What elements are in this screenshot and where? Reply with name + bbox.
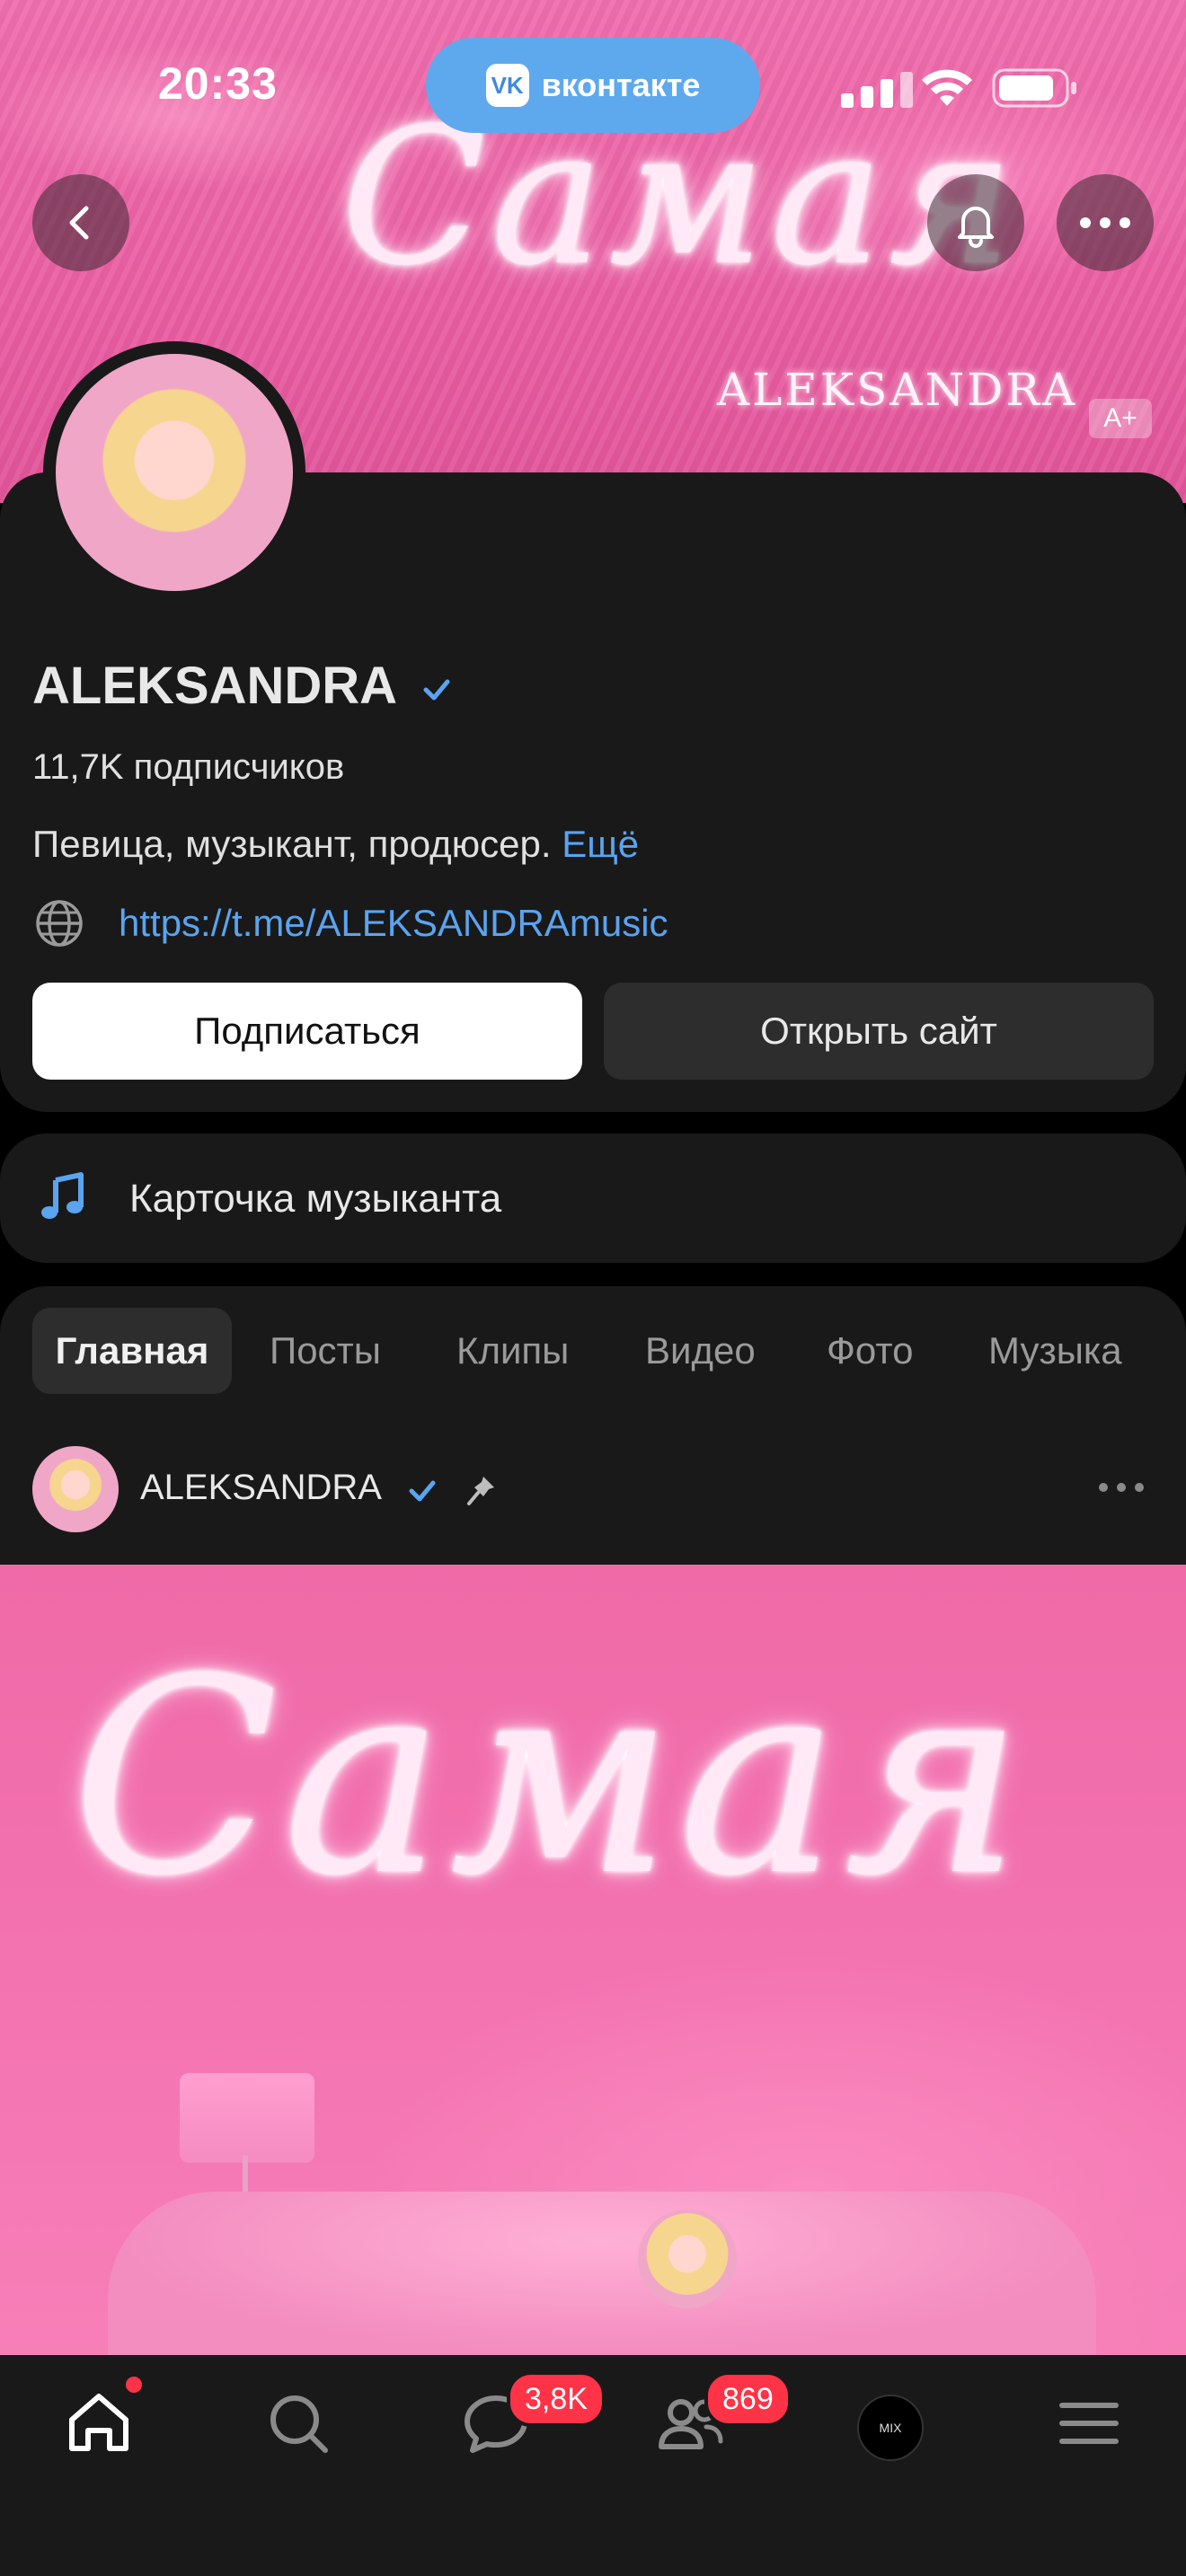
- profile-link[interactable]: https://t.me/ALEKSANDRAmusic: [119, 902, 668, 945]
- pin-icon: [467, 1477, 494, 1505]
- tab-photo[interactable]: Фото: [827, 1308, 914, 1394]
- notifications-button[interactable]: [927, 174, 1024, 271]
- verified-icon: [409, 1480, 436, 1502]
- post-image-title: Самая: [72, 1621, 1029, 1935]
- avatar[interactable]: [56, 354, 293, 591]
- cellular-signal-icon: [841, 72, 913, 108]
- profile-name: ALEKSANDRA: [32, 656, 455, 716]
- menu-icon[interactable]: [1053, 2387, 1125, 2459]
- tab-posts[interactable]: Посты: [270, 1308, 381, 1394]
- profile-bio: Певица, музыкант, продюсер. Ещё: [32, 823, 639, 866]
- vk-mix-button[interactable]: MIX: [857, 2395, 924, 2461]
- wifi-icon: [922, 69, 972, 106]
- lamp-shade: [180, 2073, 314, 2163]
- open-site-button[interactable]: Открыть сайт: [604, 983, 1154, 1080]
- tab-main[interactable]: Главная: [32, 1308, 232, 1394]
- music-note-icon: [41, 1172, 84, 1219]
- musician-card-label: Карточка музыканта: [129, 1177, 502, 1221]
- home-icon[interactable]: [63, 2387, 135, 2459]
- messages-badge: 3,8K: [507, 2371, 606, 2427]
- subscribe-button[interactable]: Подписаться: [32, 983, 582, 1080]
- tab-video[interactable]: Видео: [645, 1308, 756, 1394]
- post-author-avatar[interactable]: [32, 1446, 119, 1532]
- friends-badge: 869: [704, 2371, 792, 2427]
- search-icon[interactable]: [262, 2387, 334, 2459]
- tab-clips[interactable]: Клипы: [456, 1308, 569, 1394]
- more-options-button[interactable]: [1057, 174, 1154, 271]
- app-pill-label: вконтакте: [541, 66, 701, 103]
- home-notification-dot: [126, 2377, 142, 2393]
- vk-logo-icon: VK: [485, 64, 529, 107]
- post-author-name[interactable]: ALEKSANDRA: [140, 1468, 382, 1508]
- fluffy-sofa: [108, 2192, 1096, 2355]
- profile-name-text: ALEKSANDRA: [32, 657, 395, 715]
- globe-icon: [36, 900, 83, 947]
- status-time: 20:33: [158, 58, 278, 109]
- verified-icon: [423, 679, 450, 701]
- battery-icon: [992, 68, 1076, 108]
- more-horizontal-icon: [1080, 217, 1130, 228]
- back-button[interactable]: [32, 174, 129, 271]
- bio-more-link[interactable]: Ещё: [562, 823, 639, 865]
- post-person: [638, 2210, 737, 2308]
- subscribers-count[interactable]: 11,7K подписчиков: [32, 747, 344, 788]
- age-rating-badge: A+: [1089, 399, 1152, 438]
- app-pill[interactable]: VK вконтакте: [426, 38, 760, 133]
- cover-subtitle: ALEKSANDRA: [717, 364, 1078, 416]
- post-more-icon[interactable]: [1096, 1469, 1146, 1505]
- bell-icon: [958, 207, 994, 248]
- bio-text: Певица, музыкант, продюсер.: [32, 823, 552, 865]
- vk-mix-label: MIX: [879, 2421, 902, 2435]
- tab-music[interactable]: Музыка: [988, 1308, 1122, 1394]
- chevron-left-icon: [69, 206, 89, 240]
